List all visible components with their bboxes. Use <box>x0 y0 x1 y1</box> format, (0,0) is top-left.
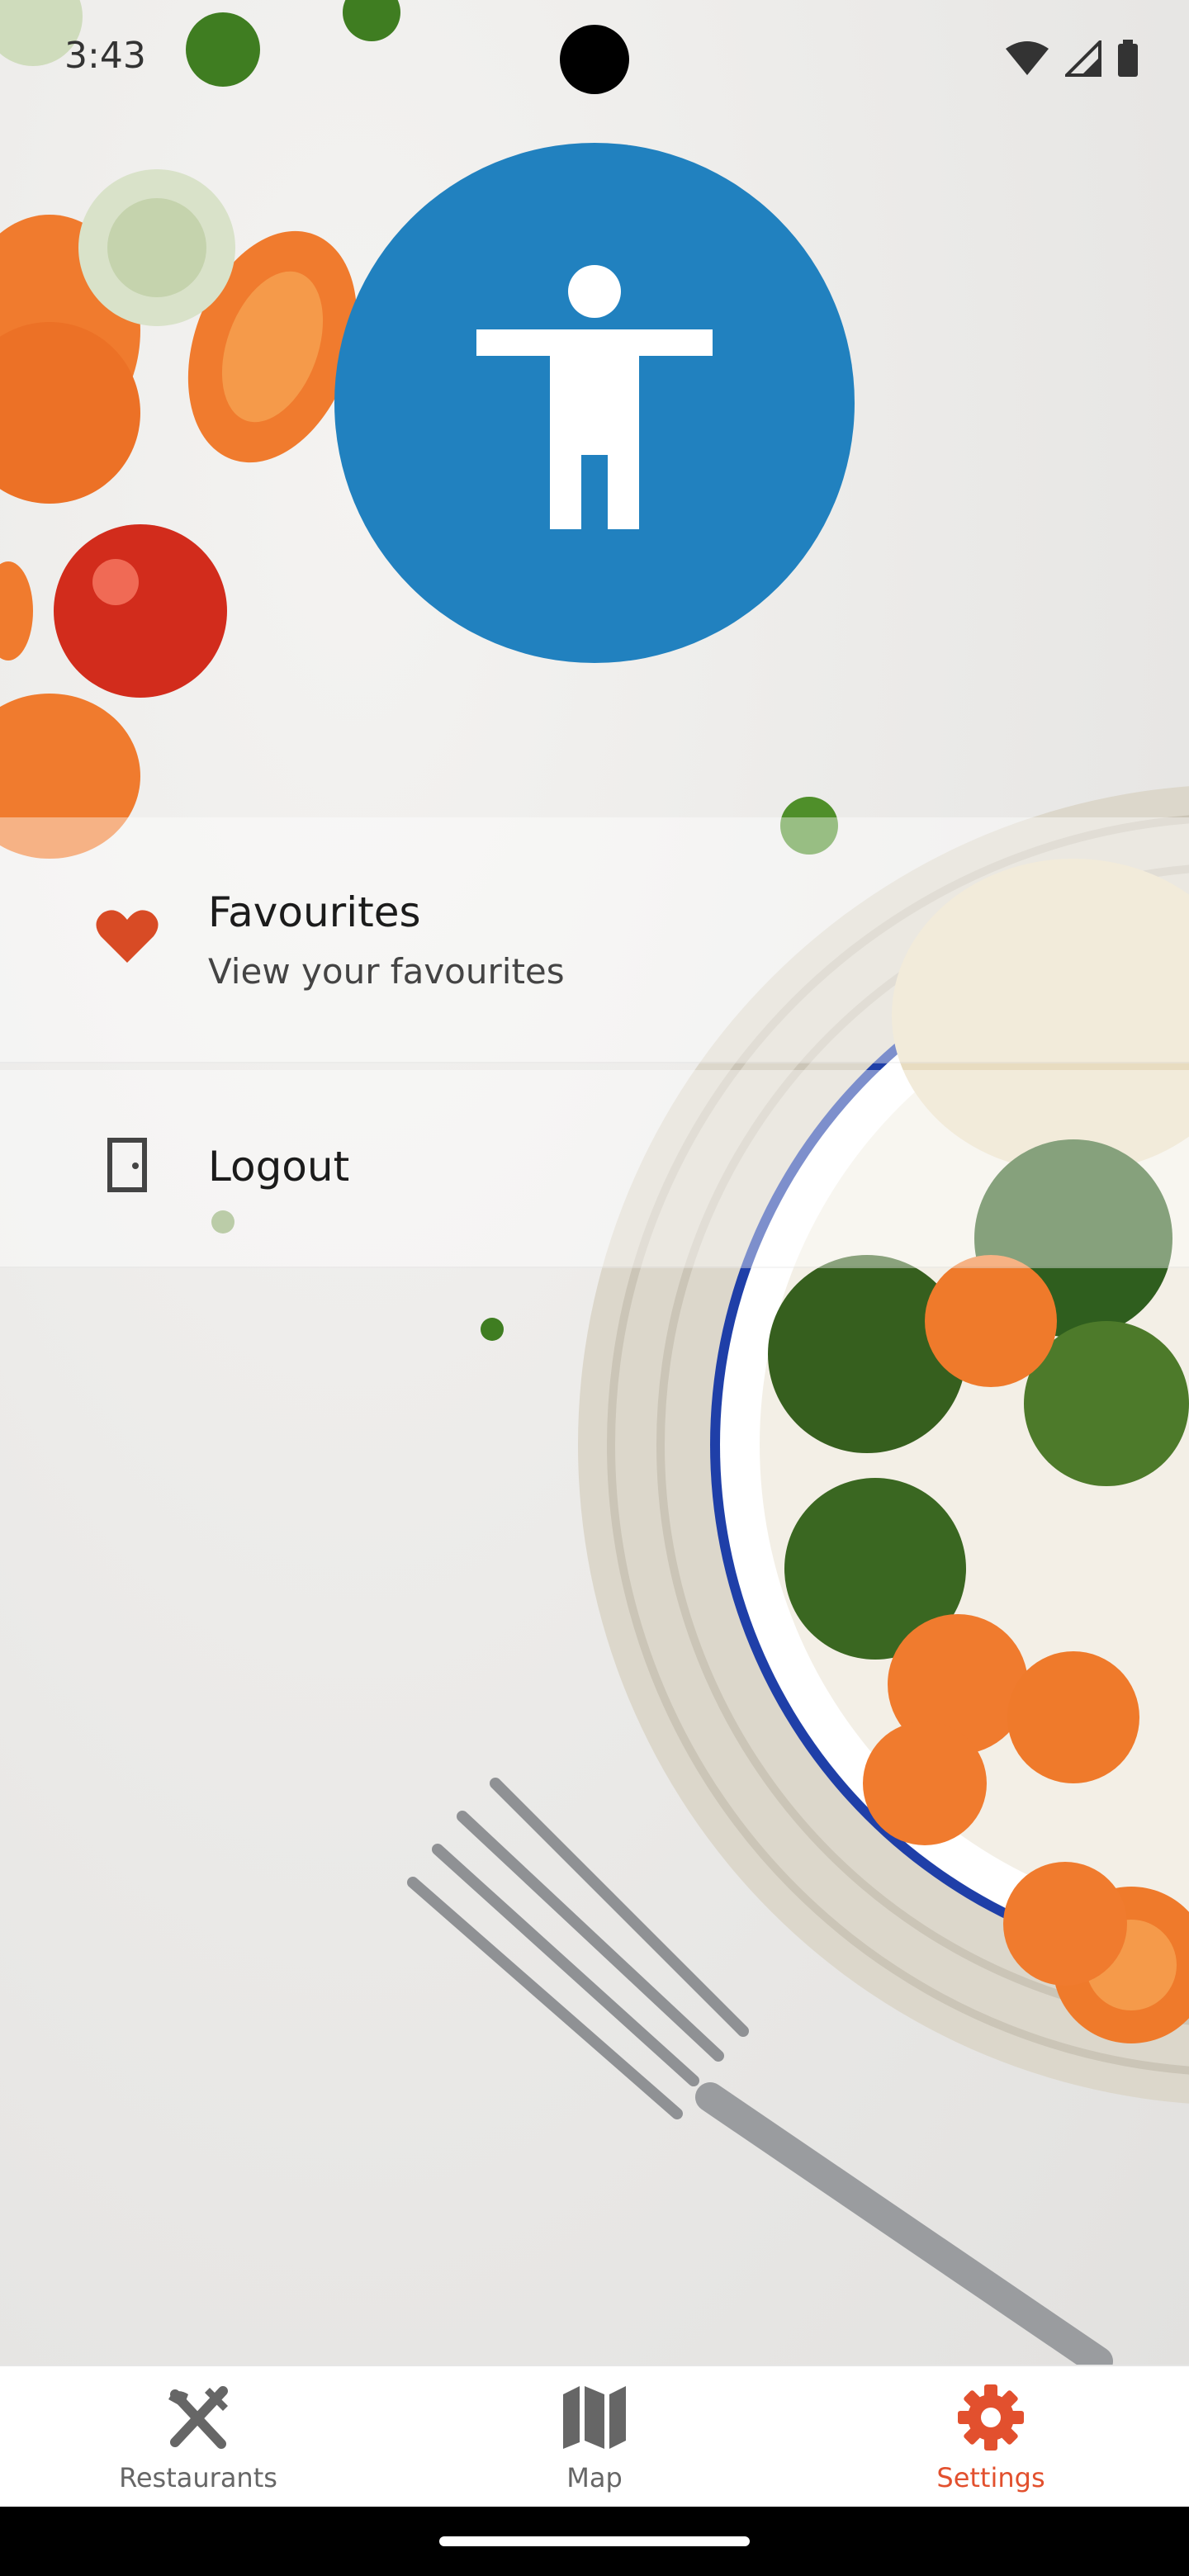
bottom-navigation: Restaurants Map Settings <box>0 2365 1189 2508</box>
tab-settings[interactable]: Settings <box>793 2366 1189 2508</box>
tab-restaurants[interactable]: Restaurants <box>0 2366 396 2508</box>
home-gesture-handle[interactable] <box>439 2536 750 2546</box>
logout-title: Logout <box>208 1143 350 1191</box>
favourites-subtitle: View your favourites <box>208 951 565 992</box>
heart-icon <box>96 908 159 968</box>
status-time: 3:43 <box>64 35 146 77</box>
accessibility-icon <box>471 265 718 541</box>
profile-avatar[interactable] <box>334 143 855 663</box>
door-icon <box>107 1138 147 1196</box>
tab-map-label: Map <box>566 2462 623 2493</box>
camera-cutout <box>560 25 629 94</box>
map-icon <box>560 2383 629 2455</box>
status-icons <box>1004 38 1139 81</box>
battery-icon <box>1116 40 1139 81</box>
gear-icon <box>956 2383 1026 2455</box>
logout-item[interactable]: Logout <box>0 1070 1189 1268</box>
status-bar: 3:43 <box>0 0 1189 116</box>
wifi-icon <box>1004 40 1050 80</box>
signal-icon <box>1063 38 1101 80</box>
tab-settings-label: Settings <box>936 2462 1045 2493</box>
favourites-title: Favourites <box>208 888 421 936</box>
favourites-item[interactable]: Favourites View your favourites <box>0 817 1189 1063</box>
tab-map[interactable]: Map <box>396 2366 793 2508</box>
settings-menu-list: Favourites View your favourites Logout <box>0 817 1189 1268</box>
utensils-icon <box>163 2383 233 2455</box>
tab-restaurants-label: Restaurants <box>119 2462 277 2493</box>
